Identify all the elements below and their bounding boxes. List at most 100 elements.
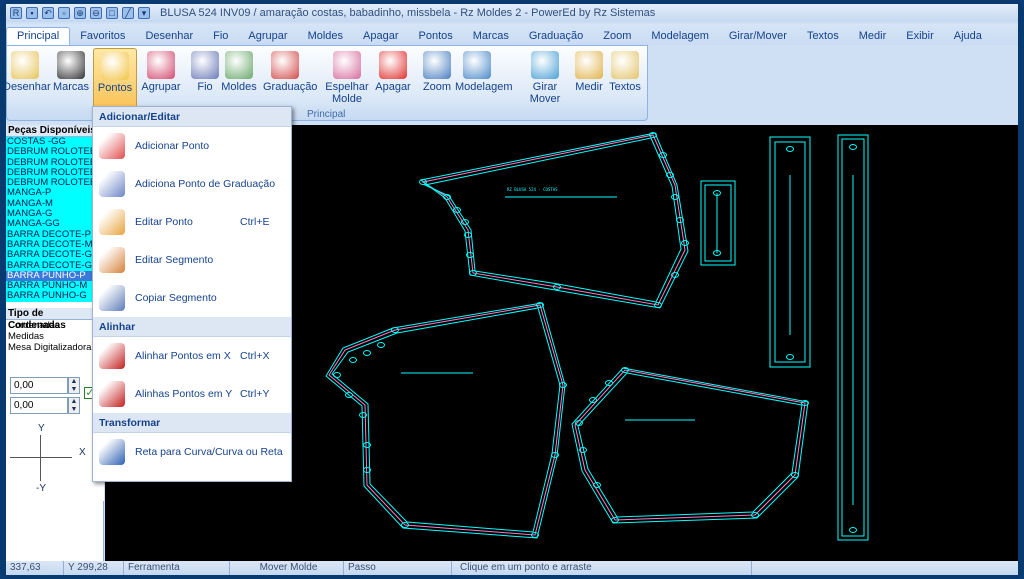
piece-list-item[interactable]: BARRA PUNHO-P <box>6 270 103 282</box>
pattern-piece-manga[interactable] <box>571 367 809 524</box>
pieces-list[interactable]: COSTAS -GG DEBRUM ROLOTEE DEBRUM ROLOTEE DE… <box>6 137 103 302</box>
piece-list-item[interactable]: DEBRUM ROLOTEE <box>6 168 103 178</box>
quick-open-icon[interactable]: ▫ <box>58 7 70 19</box>
ribbon-girar-mover-button[interactable]: Girar Mover <box>523 48 567 108</box>
apagar-icon <box>379 51 407 79</box>
x-coordinate-input[interactable]: 0,00 <box>10 377 68 394</box>
control-point[interactable] <box>849 527 857 533</box>
piece-list-item[interactable]: BARRA DECOTE-GG <box>6 261 103 271</box>
textos-icon <box>611 51 639 79</box>
menu-item-shortcut: Ctrl+X <box>240 350 270 362</box>
piece-list-item[interactable]: MANGA-M <box>6 199 103 209</box>
coord-type-option[interactable]: Cordenadas <box>6 320 103 331</box>
menu-item-alinhas-pontos-em-y[interactable]: Alinhas Pontos em Y Ctrl+Y <box>93 375 291 413</box>
control-point[interactable] <box>671 194 679 200</box>
control-point[interactable] <box>786 146 794 152</box>
tab-medir[interactable]: Medir <box>849 28 897 45</box>
control-point[interactable] <box>377 342 385 348</box>
quick-save-icon[interactable]: ▪ <box>26 7 38 19</box>
tab-textos[interactable]: Textos <box>797 28 849 45</box>
tab-fio[interactable]: Fio <box>203 28 238 45</box>
ribbon-modelagem-button[interactable]: Modelagem <box>455 48 512 108</box>
ribbon-desenhar-button[interactable]: Desenhar <box>6 48 51 108</box>
status-bar: 337,63 Y 299,28 Ferramenta Mover Molde P… <box>6 561 1018 575</box>
desenhar-icon <box>11 51 39 79</box>
tab-marcas[interactable]: Marcas <box>463 28 519 45</box>
menu-item-editar-segmento[interactable]: Editar Segmento <box>93 241 291 279</box>
menu-item-shortcut: Ctrl+Y <box>240 388 270 400</box>
ribbon-textos-button[interactable]: Textos <box>603 48 647 108</box>
tab-moldes[interactable]: Moldes <box>298 28 353 45</box>
quick-line-icon[interactable]: ╱ <box>122 7 134 19</box>
piece-list-item[interactable]: BARRA PUNHO-M <box>6 281 103 291</box>
menu-item-adicionar-ponto[interactable]: Adicionar Ponto <box>93 127 291 165</box>
pattern-piece-long-strip-1[interactable] <box>769 136 811 368</box>
coord-type-option[interactable]: Mesa Digitalizadora <box>6 342 103 353</box>
espelhar-molde-icon <box>333 51 361 79</box>
tab-exibir[interactable]: Exibir <box>896 28 944 45</box>
tab-zoom[interactable]: Zoom <box>593 28 641 45</box>
piece-list-item[interactable]: COSTAS -GG <box>6 137 103 147</box>
ribbon-gradua-o-button[interactable]: Graduação <box>263 48 317 108</box>
agrupar-icon <box>147 51 175 79</box>
menu-item-reta-para-curva-curva-ou-reta[interactable]: Reta para Curva/Curva ou Reta <box>93 433 291 471</box>
tab-modelagem[interactable]: Modelagem <box>641 28 718 45</box>
piece-list-item[interactable]: BARRA DECOTE-G <box>6 250 103 260</box>
tab-apagar[interactable]: Apagar <box>353 28 408 45</box>
piece-list-item[interactable]: MANGA-GG <box>6 219 103 229</box>
coord-type-option[interactable]: Medidas <box>6 331 103 342</box>
control-point[interactable] <box>849 144 857 150</box>
ribbon-moldes-button[interactable]: Moldes <box>217 48 261 108</box>
piece-list-item[interactable]: BARRA PUNHO-G <box>6 291 103 301</box>
tab-pontos[interactable]: Pontos <box>409 28 463 45</box>
quick-dropdown-icon[interactable]: ▾ <box>138 7 150 19</box>
control-point[interactable] <box>333 372 341 378</box>
control-point[interactable] <box>681 240 689 246</box>
pattern-piece-frente[interactable] <box>325 302 566 539</box>
menu-item-alinhar-pontos-em-x[interactable]: Alinhar Pontos em X Ctrl+X <box>93 337 291 375</box>
ribbon-espelhar-molde-button[interactable]: Espelhar Molde <box>325 48 369 108</box>
quick-undo-icon[interactable]: ↶ <box>42 7 54 19</box>
tab-favoritos[interactable]: Favoritos <box>70 28 135 45</box>
tab-gradua-o[interactable]: Graduação <box>519 28 593 45</box>
ribbon-pontos-button[interactable]: Pontos <box>93 48 137 108</box>
ribbon-medir-label: Medir <box>575 81 603 93</box>
ribbon-apagar-button[interactable]: Apagar <box>371 48 415 108</box>
tab-agrupar[interactable]: Agrupar <box>238 28 297 45</box>
app-logo-icon[interactable]: R <box>10 7 22 19</box>
tab-girar-mover[interactable]: Girar/Mover <box>719 28 797 45</box>
ribbon-marcas-button[interactable]: Marcas <box>49 48 93 108</box>
piece-list-item[interactable]: MANGA-P <box>6 188 103 198</box>
quick-zoom-icon[interactable]: ⊕ <box>74 7 86 19</box>
control-point[interactable] <box>786 354 794 360</box>
control-point[interactable] <box>363 350 371 356</box>
ribbon-zoom-button[interactable]: Zoom <box>415 48 459 108</box>
pattern-piece-long-strip-2[interactable] <box>837 134 869 541</box>
menu-item-copiar-segmento[interactable]: Copiar Segmento <box>93 279 291 317</box>
tab-desenhar[interactable]: Desenhar <box>135 28 203 45</box>
quick-zoom-out-icon[interactable]: ⊖ <box>90 7 102 19</box>
pattern-piece-costas[interactable]: RZ BLUSA 524 - COSTAS <box>419 132 689 309</box>
adiciona-ponto-de-gradua-o-icon <box>99 171 125 197</box>
pattern-piece-small-strip[interactable] <box>700 180 736 266</box>
piece-list-item[interactable]: DEBRUM ROLOTEE <box>6 158 103 168</box>
piece-list-item[interactable]: MANGA-G <box>6 209 103 219</box>
tab-ajuda[interactable]: Ajuda <box>944 28 992 45</box>
piece-list-item[interactable]: DEBRUM ROLOTEE <box>6 178 103 188</box>
svg-text:RZ BLUSA 524 - COSTAS: RZ BLUSA 524 - COSTAS <box>507 187 558 192</box>
y-coordinate-input[interactable]: 0,00 <box>10 397 68 414</box>
menu-item-editar-ponto[interactable]: Editar Ponto Ctrl+E <box>93 203 291 241</box>
y-spin-button[interactable]: ▲ ▼ <box>68 397 80 414</box>
piece-list-item[interactable]: BARRA DECOTE-M <box>6 240 103 250</box>
x-spin-button[interactable]: ▲ ▼ <box>68 377 80 394</box>
tab-principal[interactable]: Principal <box>6 27 71 45</box>
control-point[interactable] <box>589 397 597 403</box>
control-point[interactable] <box>349 357 357 363</box>
ribbon-agrupar-button[interactable]: Agrupar <box>139 48 183 108</box>
piece-list-item[interactable]: BARRA DECOTE-P <box>6 230 103 240</box>
menu-item-label: Adicionar Ponto <box>135 140 210 152</box>
ribbon-fio-label: Fio <box>197 81 213 93</box>
menu-item-adiciona-ponto-de-gradua-o[interactable]: Adiciona Ponto de Graduação <box>93 165 291 203</box>
piece-list-item[interactable]: DEBRUM ROLOTEE <box>6 147 103 157</box>
quick-select-icon[interactable]: □ <box>106 7 118 19</box>
